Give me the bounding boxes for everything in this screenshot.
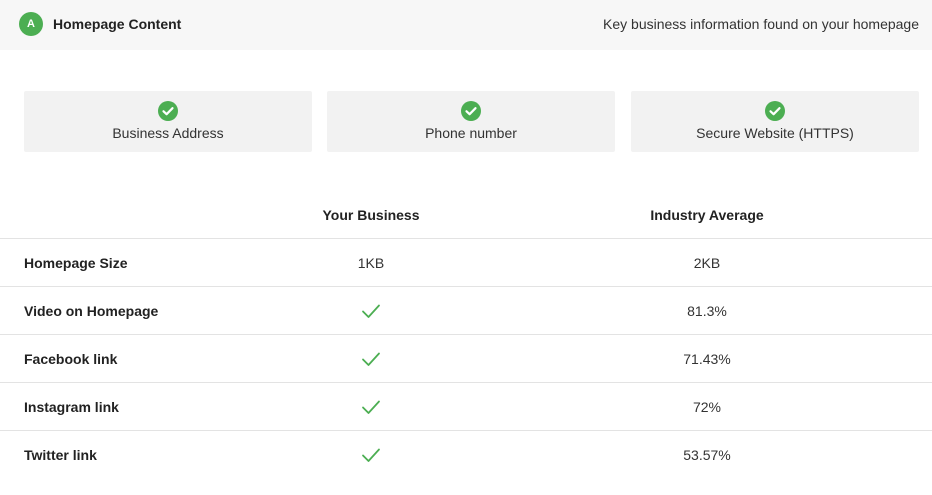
check-card-phone-number: Phone number [327,91,615,152]
checkmark-icon [362,448,380,462]
row-label: Instagram link [24,399,119,415]
check-card-label: Phone number [425,125,517,141]
table-row-twitter-link: Twitter link 53.57% [0,430,932,479]
table-row-homepage-size: Homepage Size 1KB 2KB [0,238,932,287]
table-row-video-on-homepage: Video on Homepage 81.3% [0,286,932,335]
check-card-label: Secure Website (HTTPS) [696,125,854,141]
row-label: Twitter link [24,447,97,463]
check-card-secure-website: Secure Website (HTTPS) [631,91,919,152]
column-header-your-business: Your Business [322,207,420,223]
column-header-industry-average: Industry Average [650,207,764,223]
checkmark-icon [362,352,380,366]
table-row-facebook-link: Facebook link 71.43% [0,334,932,383]
checkmark-icon [362,304,380,318]
check-circle-icon [158,101,178,121]
row-label: Video on Homepage [24,303,159,319]
table-row-instagram-link: Instagram link 72% [0,382,932,431]
check-card-business-address: Business Address [24,91,312,152]
industry-average-value: 71.43% [683,351,731,367]
industry-average-value: 72% [692,399,722,415]
grade-badge: A [19,12,43,36]
industry-average-value: 53.57% [683,447,731,463]
check-card-label: Business Address [112,125,224,141]
section-subtitle: Key business information found on your h… [603,16,919,32]
check-circle-icon [765,101,785,121]
checkmark-icon [362,400,380,414]
section-title: Homepage Content [53,16,182,32]
row-label: Facebook link [24,351,118,367]
industry-average-value: 2KB [693,255,721,271]
your-business-value: 1KB [357,255,385,271]
row-label: Homepage Size [24,255,128,271]
check-circle-icon [461,101,481,121]
section-header: A Homepage Content Key business informat… [0,0,932,50]
industry-average-value: 81.3% [687,303,727,319]
